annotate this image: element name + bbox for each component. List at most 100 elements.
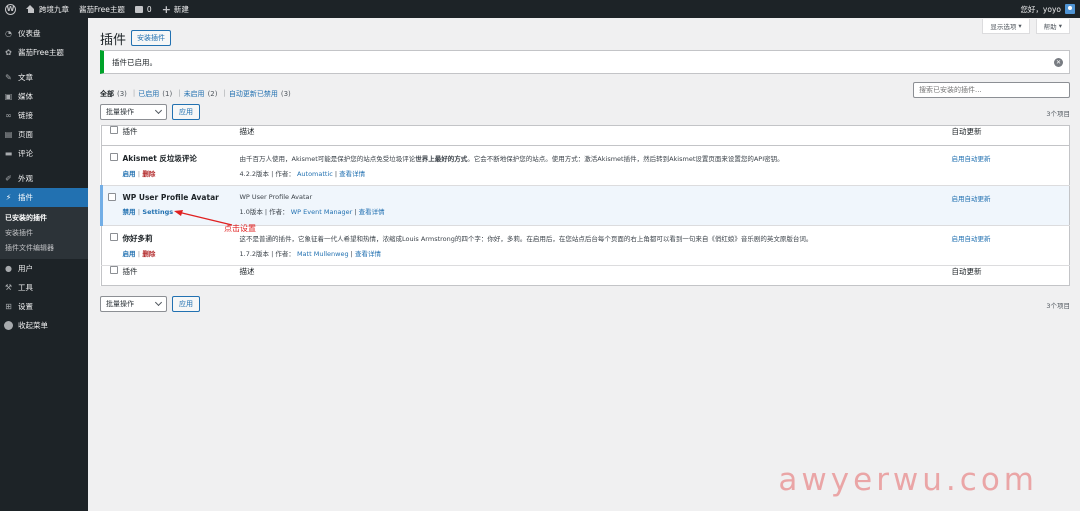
- plugin-version: 1.7.2版本: [239, 250, 270, 258]
- sidebar-item-media[interactable]: ▣ 媒体: [0, 87, 88, 106]
- sidebar-item-comments[interactable]: ▬ 评论: [0, 144, 88, 163]
- activate-link[interactable]: 启用: [123, 250, 136, 258]
- submenu-plugin-editor[interactable]: 插件文件编辑器: [0, 241, 88, 256]
- apply-button[interactable]: 应用: [172, 104, 200, 120]
- theme-menu[interactable]: 酱茄Free主题: [74, 0, 130, 18]
- select-all-checkbox[interactable]: [110, 126, 118, 134]
- comment-bubble-icon: [134, 5, 143, 13]
- home-icon: [26, 5, 35, 13]
- sidebar-item-label: 文章: [18, 73, 33, 82]
- filter-inactive-label: 未启用: [183, 90, 205, 98]
- column-plugin: 插件: [122, 265, 240, 286]
- enable-auto-update-link[interactable]: 启用自动更新: [952, 195, 991, 203]
- sidebar-item-theme[interactable]: ✿ 酱茄Free主题: [0, 43, 88, 62]
- sidebar-item-label: 酱茄Free主题: [18, 48, 64, 57]
- filter-all[interactable]: 全部 (3): [100, 89, 127, 99]
- column-auto-updates: 自动更新: [951, 265, 1070, 286]
- page-title: 插件: [100, 33, 127, 48]
- sidebar-item-links[interactable]: ∞ 链接: [0, 106, 88, 125]
- plugins-submenu: 已安装的插件 安装插件 插件文件编辑器: [0, 207, 88, 259]
- sidebar-collapse-menu[interactable]: 收起菜单: [0, 316, 88, 335]
- row-checkbox[interactable]: [110, 153, 118, 161]
- enable-auto-update-link[interactable]: 启用自动更新: [952, 235, 991, 243]
- delete-link[interactable]: 删除: [142, 170, 155, 178]
- notice-text: 插件已启用。: [112, 57, 157, 67]
- row-checkbox[interactable]: [108, 193, 116, 201]
- plus-icon: +: [161, 2, 171, 16]
- author-label: 作者：: [275, 250, 295, 258]
- settings-icon: ⊞: [5, 302, 12, 311]
- sidebar-item-label: 仪表盘: [18, 29, 41, 38]
- submenu-installed-plugins[interactable]: 已安装的插件: [0, 211, 88, 226]
- sidebar-item-label: 用户: [18, 264, 33, 273]
- plugin-icon: ⚡: [5, 193, 12, 202]
- author-link[interactable]: Automattic: [297, 170, 333, 178]
- plugin-name: Akismet 反垃圾评论: [122, 154, 197, 163]
- enable-auto-update-link[interactable]: 启用自动更新: [952, 155, 991, 163]
- author-label: 作者：: [269, 208, 289, 216]
- comments-menu[interactable]: 0: [130, 0, 157, 18]
- site-name: 跨境九章: [39, 4, 69, 14]
- filter-separator: |: [178, 89, 181, 97]
- plugin-meta: 1.0版本 | 作者： WP Event Manager | 查看详情: [239, 208, 385, 216]
- sidebar-item-users[interactable]: ● 用户: [0, 259, 88, 278]
- dismiss-icon[interactable]: ✕: [1054, 58, 1063, 67]
- delete-link[interactable]: 删除: [142, 250, 155, 258]
- sidebar-item-dashboard[interactable]: ◔ 仪表盘: [0, 24, 88, 43]
- filter-autoupdate-count: (3): [280, 90, 291, 98]
- view-details-link[interactable]: 查看详情: [339, 170, 365, 178]
- screen-meta-links: 显示选项 ▾ 帮助 ▾: [982, 19, 1070, 34]
- add-plugin-button[interactable]: 安装插件: [131, 30, 171, 46]
- success-notice: 插件已启用。 ✕: [100, 50, 1070, 74]
- site-name-menu[interactable]: 跨境九章: [21, 0, 74, 18]
- author-link[interactable]: WP Event Manager: [291, 208, 353, 216]
- filter-autoupdate-label: 自动更新已禁用: [228, 90, 278, 98]
- select-all-checkbox[interactable]: [110, 266, 118, 274]
- sidebar-item-pages[interactable]: ▤ 页面: [0, 125, 88, 144]
- filter-autoupdate-disabled[interactable]: 自动更新已禁用 (3): [229, 89, 291, 99]
- view-details-link[interactable]: 查看详情: [355, 250, 381, 258]
- admin-sidebar: ◔ 仪表盘 ✿ 酱茄Free主题 ✎ 文章 ▣ 媒体 ∞ 链接 ▤ 页面 ▬ 评论 ✐ 外观 ⚡…: [0, 18, 88, 511]
- filter-separator: |: [132, 89, 136, 97]
- row-checkbox[interactable]: [110, 233, 118, 241]
- filter-inactive[interactable]: 未启用 (2): [184, 89, 218, 99]
- plugin-description: 由千百万人使用，Akismet可能是保护您的站点免受垃圾评论世界上最好的方式。它…: [240, 153, 942, 163]
- column-description: 描述: [239, 125, 952, 146]
- deactivate-link[interactable]: 禁用: [123, 208, 136, 216]
- settings-link[interactable]: Settings: [142, 208, 173, 216]
- chevron-down-icon: [154, 106, 163, 115]
- sidebar-item-settings[interactable]: ⊞ 设置: [0, 297, 88, 316]
- wp-logo-menu[interactable]: W: [0, 0, 21, 18]
- help-label: 帮助: [1043, 23, 1057, 31]
- comments-count: 0: [146, 4, 152, 14]
- plugin-description: 这不是普通的插件，它象征着一代人希望和热情，浓缩成Louis Armstrong…: [239, 235, 813, 243]
- sidebar-item-plugins[interactable]: ⚡ 插件: [0, 188, 88, 207]
- sidebar-item-tools[interactable]: ⚒ 工具: [0, 278, 88, 297]
- activate-link[interactable]: 启用: [123, 170, 136, 178]
- comment-icon: ▬: [4, 149, 13, 158]
- sidebar-item-appearance[interactable]: ✐ 外观: [0, 169, 88, 188]
- link-icon: ∞: [5, 111, 12, 120]
- sidebar-item-label: 收起菜单: [18, 321, 48, 330]
- bulk-action-select[interactable]: 批量操作: [100, 104, 167, 120]
- plugin-status-filters: 全部 (3) | 已启用 (1) | 未启用 (2) | 自动更新已禁用 (3): [100, 89, 294, 99]
- new-content-menu[interactable]: + 新建: [157, 0, 194, 18]
- sidebar-item-posts[interactable]: ✎ 文章: [0, 68, 88, 87]
- help-button[interactable]: 帮助 ▾: [1035, 19, 1070, 34]
- column-description: 描述: [239, 265, 952, 286]
- author-link[interactable]: Matt Mullenweg: [297, 250, 349, 258]
- description-text: 。它会不断地保护您的站点。使用方式：激活Akismet插件，然后转到Akisme…: [467, 155, 784, 163]
- account-menu[interactable]: 您好，yoyo: [1015, 0, 1080, 18]
- greeting: 您好，yoyo: [1020, 4, 1061, 14]
- avatar: [1065, 4, 1075, 14]
- plugin-search-input[interactable]: [913, 82, 1070, 98]
- sidebar-item-label: 工具: [18, 283, 33, 292]
- apply-button[interactable]: 应用: [172, 296, 200, 312]
- theme-name: 酱茄Free主题: [79, 4, 125, 14]
- filter-active[interactable]: 已启用 (1): [138, 89, 172, 99]
- view-details-link[interactable]: 查看详情: [359, 208, 385, 216]
- submenu-add-plugins[interactable]: 安装插件: [0, 226, 88, 241]
- bulk-action-select[interactable]: 批量操作: [100, 296, 167, 312]
- screen-options-button[interactable]: 显示选项 ▾: [982, 19, 1030, 34]
- plugin-description: WP User Profile Avatar: [240, 193, 942, 201]
